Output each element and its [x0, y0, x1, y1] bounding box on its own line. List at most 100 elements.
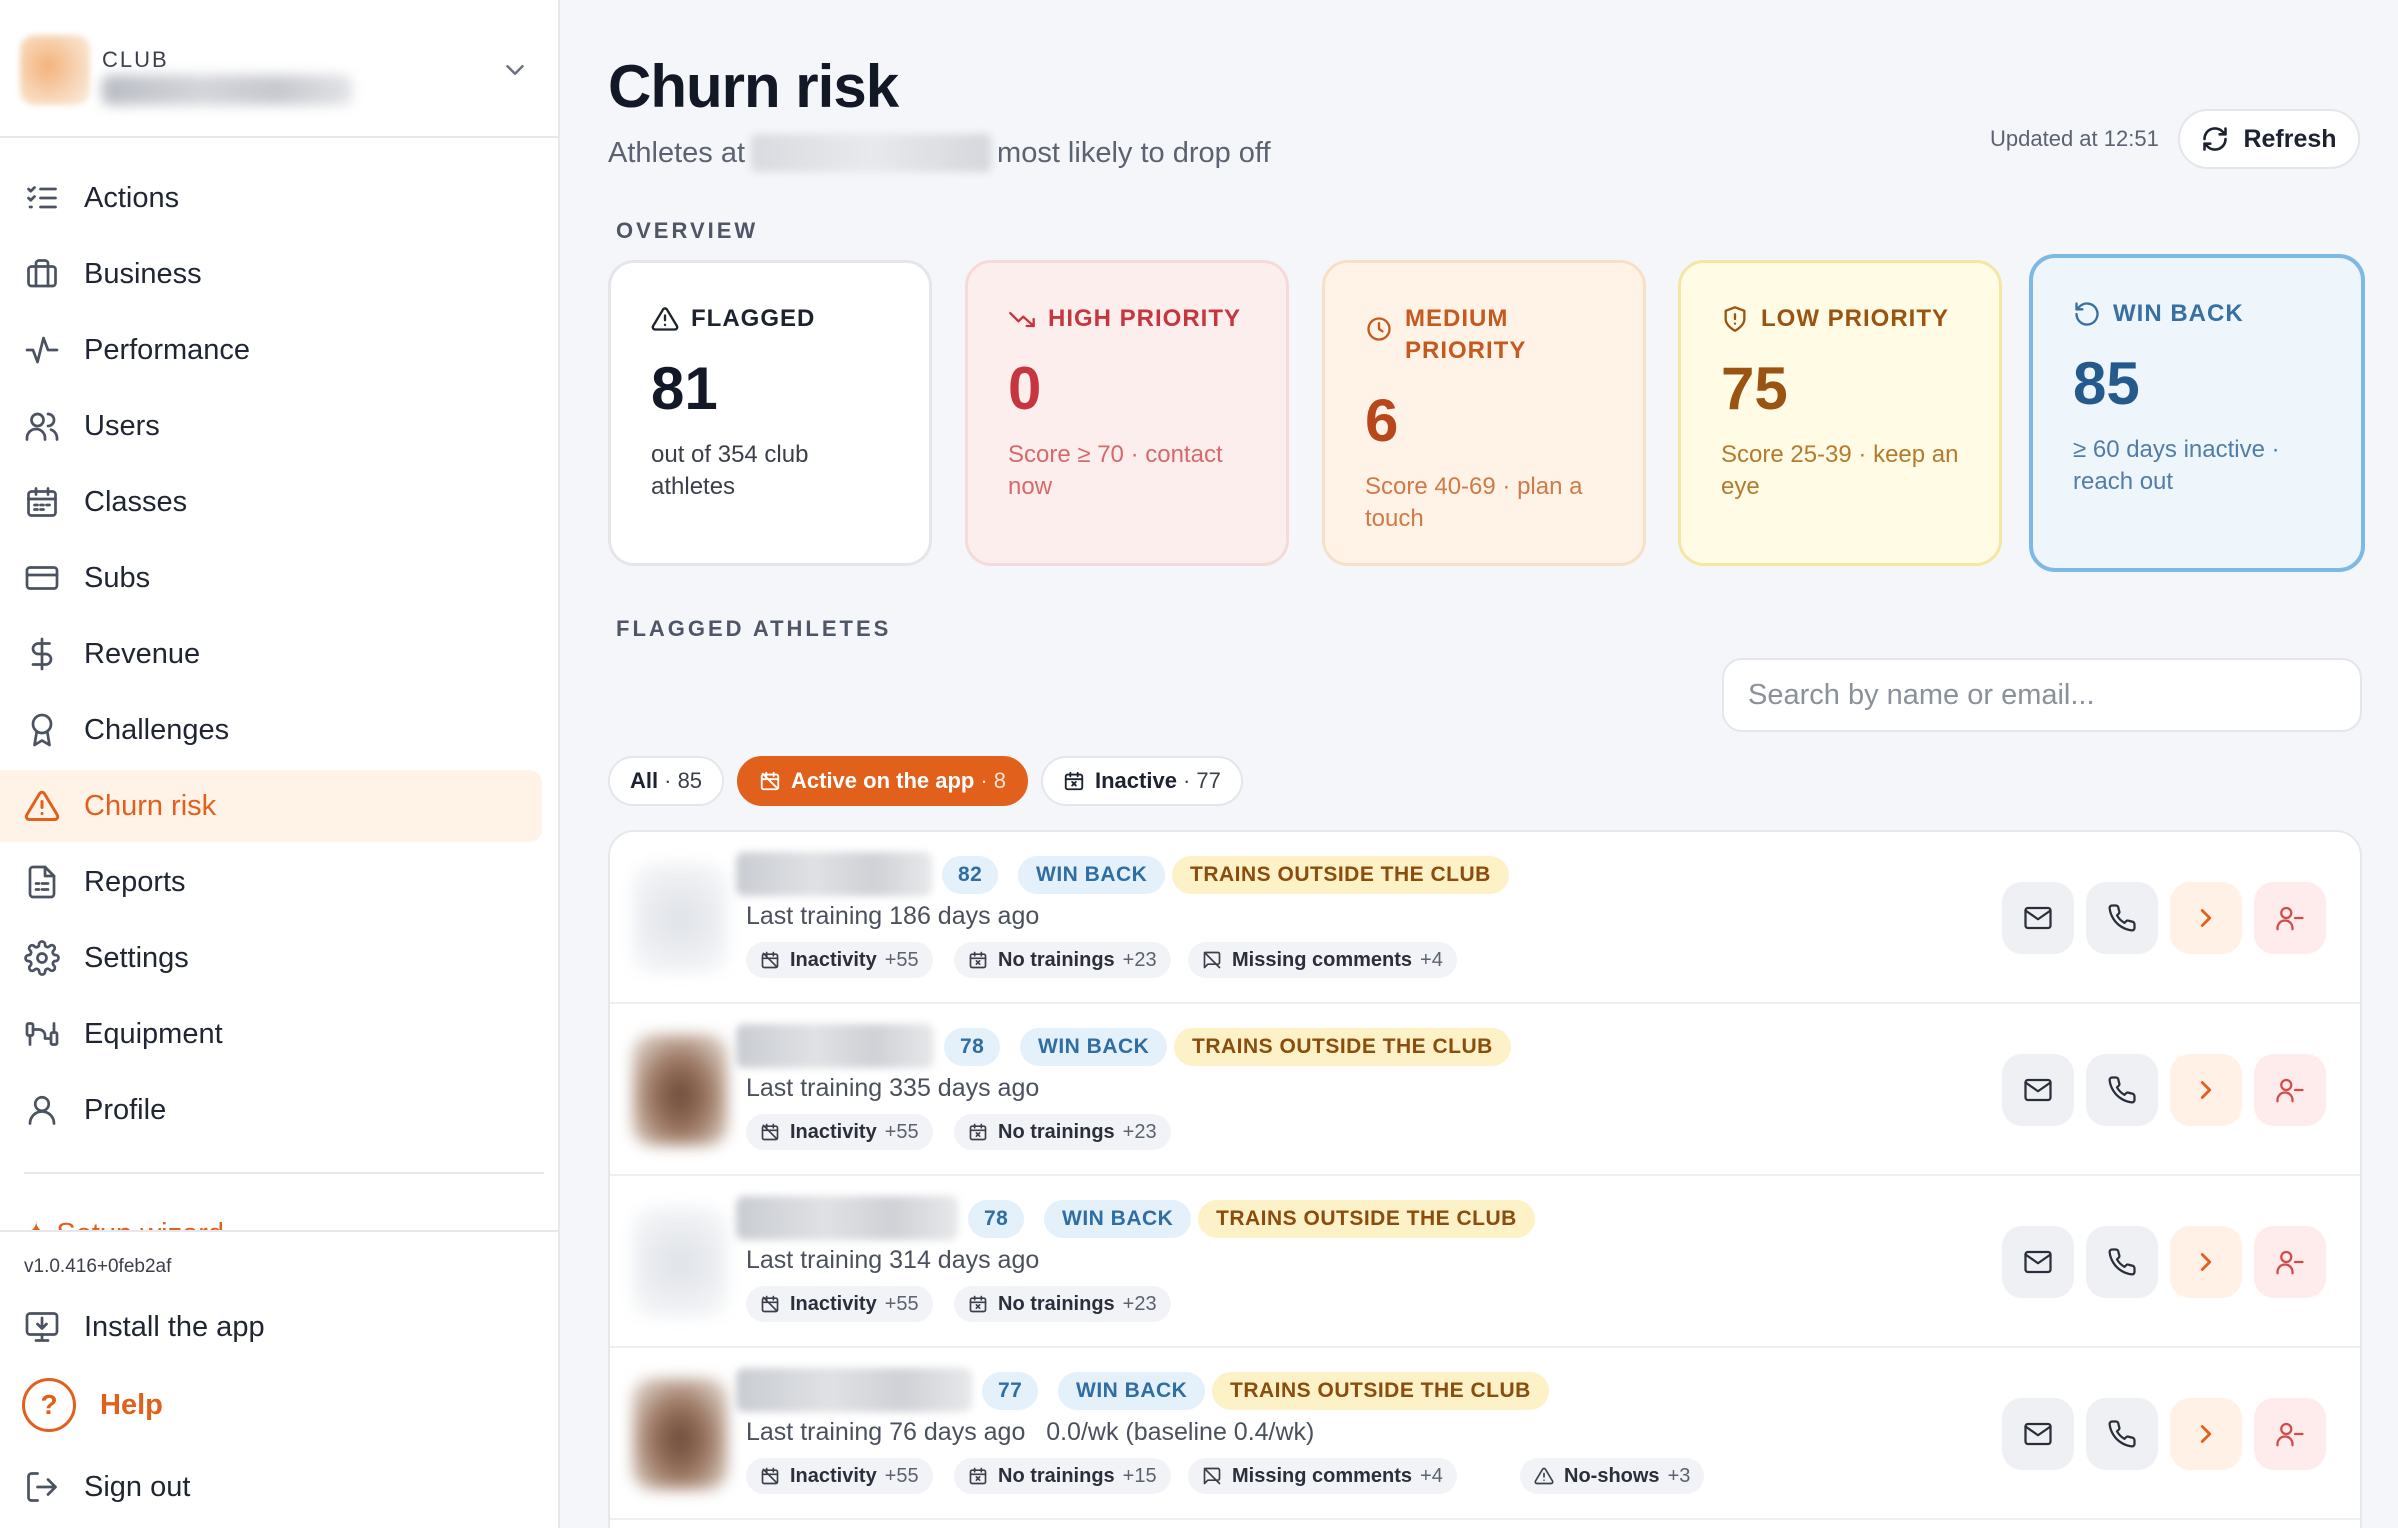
file-text-icon	[28, 865, 56, 899]
card-title: HIGH PRIORITY	[1048, 305, 1242, 332]
sidebar-nav: Actions Business Performance Users Class…	[0, 162, 558, 1150]
win-back-badge: WIN BACK	[1044, 1200, 1192, 1238]
trains-outside-badge: TRAINS OUTSIDE THE CLUB	[1212, 1372, 1549, 1410]
factor-points: +55	[884, 1292, 919, 1315]
club-tag: CLUB	[102, 47, 169, 72]
phone-icon	[2108, 1076, 2136, 1104]
dismiss-athlete-button[interactable]	[2254, 1054, 2326, 1126]
chip-label: All	[630, 768, 659, 793]
email-button[interactable]	[2002, 1398, 2074, 1470]
factor-label: Inactivity	[790, 948, 877, 971]
rotate-ccw-icon	[2075, 302, 2099, 326]
dismiss-athlete-button[interactable]	[2254, 1226, 2326, 1298]
table-row[interactable]: 78 WIN BACK TRAINS OUTSIDE THE CLUB Last…	[610, 1176, 2360, 1348]
factor-chip: No-shows +3	[1520, 1458, 1705, 1494]
dismiss-athlete-button[interactable]	[2254, 1398, 2326, 1470]
sidebar-item-actions[interactable]: Actions	[0, 162, 542, 234]
phone-icon	[2108, 1248, 2136, 1276]
help-button[interactable]: ? Help	[22, 1378, 163, 1432]
user-minus-icon	[2276, 1078, 2304, 1103]
table-row[interactable]: 82 WIN BACK TRAINS OUTSIDE THE CLUB Last…	[610, 832, 2360, 1004]
open-athlete-button[interactable]	[2170, 1398, 2242, 1470]
athlete-name-redacted	[736, 1024, 934, 1068]
chevron-right-icon	[2200, 1425, 2212, 1443]
sidebar-item-subs[interactable]: Subs	[0, 542, 542, 614]
medium-priority-card[interactable]: MEDIUM PRIORITY 6 Score 40-69 · plan a t…	[1322, 260, 1646, 566]
sidebar-divider	[24, 1172, 544, 1174]
call-button[interactable]	[2086, 1226, 2158, 1298]
athlete-list: 82 WIN BACK TRAINS OUTSIDE THE CLUB Last…	[608, 830, 2362, 1528]
calendar-off-icon	[761, 951, 779, 969]
sidebar-item-label: Classes	[84, 485, 188, 518]
card-value: 6	[1365, 387, 1399, 454]
card-value: 81	[651, 355, 718, 422]
sidebar-item-profile[interactable]: Profile	[0, 1074, 542, 1146]
call-button[interactable]	[2086, 1398, 2158, 1470]
sidebar-item-settings[interactable]: Settings	[0, 922, 542, 994]
club-switcher[interactable]: CLUB	[20, 24, 540, 116]
sidebar-item-setup-wizard[interactable]: ✦ Setup wizard	[24, 1212, 284, 1232]
user-minus-icon	[2276, 906, 2304, 931]
call-button[interactable]	[2086, 882, 2158, 954]
overview-label: OVERVIEW	[616, 218, 759, 243]
sidebar-item-reports[interactable]: Reports	[0, 846, 542, 918]
sidebar-item-classes[interactable]: Classes	[0, 466, 542, 538]
high-priority-card[interactable]: HIGH PRIORITY 0 Score ≥ 70 · contact now	[965, 260, 1289, 566]
sidebar-divider	[0, 136, 558, 138]
sidebar-item-churn-risk[interactable]: Churn risk	[0, 770, 542, 842]
sidebar-item-label: Challenges	[84, 713, 230, 746]
table-row[interactable]: 77 WIN BACK TRAINS OUTSIDE THE CLUB Last…	[610, 1348, 2360, 1520]
trains-outside-badge: TRAINS OUTSIDE THE CLUB	[1172, 856, 1509, 894]
shield-icon	[1724, 306, 1746, 332]
trains-outside-badge: TRAINS OUTSIDE THE CLUB	[1174, 1028, 1511, 1066]
email-button[interactable]	[2002, 882, 2074, 954]
email-button[interactable]	[2002, 1226, 2074, 1298]
flagged-athletes-label: FLAGGED ATHLETES	[616, 616, 892, 641]
factor-points: +55	[884, 1120, 919, 1143]
sign-out-button[interactable]: Sign out	[24, 1462, 190, 1512]
flagged-card[interactable]: FLAGGED 81 out of 354 club athletes	[608, 260, 932, 566]
sidebar-item-users[interactable]: Users	[0, 390, 542, 462]
subtitle-prefix: Athletes at	[608, 136, 746, 169]
open-athlete-button[interactable]	[2170, 1226, 2242, 1298]
low-priority-card[interactable]: LOW PRIORITY 75 Score 25-39 · keep an ey…	[1678, 260, 2002, 566]
sidebar-item-equipment[interactable]: Equipment	[0, 998, 542, 1070]
call-button[interactable]	[2086, 1054, 2158, 1126]
open-athlete-button[interactable]	[2170, 882, 2242, 954]
page-title: Churn risk	[608, 53, 899, 120]
filter-active-chip[interactable]: Active on the app · 8	[737, 756, 1029, 806]
refresh-button[interactable]: Refresh	[2178, 109, 2360, 169]
athlete-name-redacted	[736, 1368, 972, 1412]
filter-inactive-chip[interactable]: Inactive · 77	[1041, 756, 1243, 806]
email-button[interactable]	[2002, 1054, 2074, 1126]
card-description: Score 25-39 · keep an eye	[1721, 441, 1959, 500]
install-app-button[interactable]: Install the app	[24, 1302, 265, 1352]
sidebar-item-label: Profile	[84, 1093, 167, 1126]
sidebar-item-label: Churn risk	[84, 789, 217, 822]
factor-points: +55	[884, 1464, 919, 1487]
clock-icon	[1367, 317, 1391, 341]
table-row[interactable]: 78 WIN BACK TRAINS OUTSIDE THE CLUB Last…	[610, 1004, 2360, 1176]
avatar	[632, 862, 728, 974]
trending-down-icon	[1009, 312, 1035, 328]
main-content: Churn risk Athletes at most likely to dr…	[562, 0, 2398, 1528]
win-back-badge: WIN BACK	[1018, 856, 1166, 894]
chip-count: · 77	[1182, 768, 1221, 793]
win-back-card[interactable]: WIN BACK 85 ≥ 60 days inactive · reach o…	[2029, 254, 2365, 572]
factor-label: No-shows	[1564, 1464, 1660, 1487]
score-badge: 82	[942, 856, 999, 894]
list-checks-icon	[27, 186, 57, 209]
search-input[interactable]	[1722, 658, 2362, 732]
sidebar-item-performance[interactable]: Performance	[0, 314, 542, 386]
sidebar-item-challenges[interactable]: Challenges	[0, 694, 542, 766]
factor-points: +15	[1122, 1464, 1157, 1487]
dismiss-athlete-button[interactable]	[2254, 882, 2326, 954]
last-training-text: Last training 314 days ago	[746, 1246, 1040, 1274]
alert-triangle-icon	[24, 790, 60, 821]
sidebar-item-label: Revenue	[84, 637, 201, 670]
filter-all-chip[interactable]: All · 85	[608, 756, 725, 806]
score-badge: 78	[944, 1028, 1001, 1066]
open-athlete-button[interactable]	[2170, 1054, 2242, 1126]
sidebar-item-business[interactable]: Business	[0, 238, 542, 310]
sidebar-item-revenue[interactable]: Revenue	[0, 618, 542, 690]
